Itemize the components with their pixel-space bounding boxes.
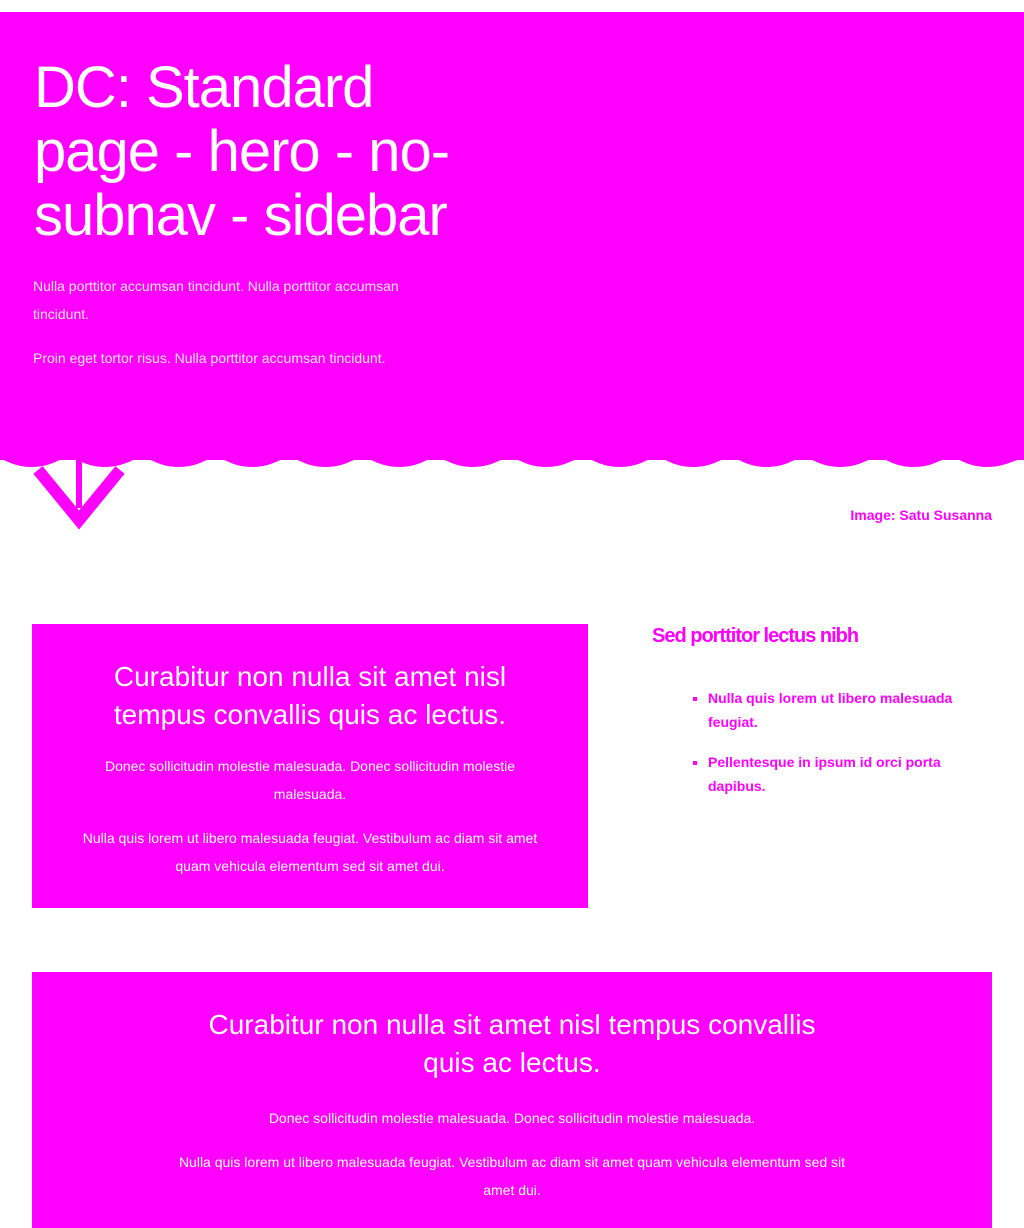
card-paragraph: Nulla quis lorem ut libero malesuada feu… bbox=[178, 1154, 846, 1198]
sidebar-list: Nulla quis lorem ut libero malesuada feu… bbox=[652, 686, 992, 798]
hero-paragraph: Proin eget tortor risus. Nulla porttitor… bbox=[33, 350, 386, 366]
card-paragraph: Nulla quis lorem ut libero malesuada feu… bbox=[82, 830, 538, 874]
hero-paragraph: Nulla porttitor accumsan tincidunt. Null… bbox=[33, 278, 399, 322]
card-heading: Curabitur non nulla sit amet nisl tempus… bbox=[208, 1009, 816, 1078]
image-credit: Image: Satu Susanna bbox=[850, 507, 992, 523]
list-item: Nulla quis lorem ut libero malesuada feu… bbox=[708, 686, 992, 734]
wave-divider bbox=[0, 455, 1024, 467]
content-card-wide: Curabitur non nulla sit amet nisl tempus… bbox=[32, 972, 992, 1228]
list-item: Pellentesque in ipsum id orci porta dapi… bbox=[708, 750, 992, 798]
sidebar-heading: Sed porttitor lectus nibh bbox=[652, 625, 859, 647]
card-paragraph: Donec sollicitudin molestie malesuada. D… bbox=[104, 758, 516, 802]
hero: DC: Standard page - hero - no-subnav - s… bbox=[0, 12, 1024, 460]
card-paragraph: Donec sollicitudin molestie malesuada. D… bbox=[268, 1110, 756, 1126]
arrow-down-icon[interactable] bbox=[32, 458, 126, 530]
sidebar: Sed porttitor lectus nibh Nulla quis lor… bbox=[652, 625, 992, 814]
card-heading: Curabitur non nulla sit amet nisl tempus… bbox=[113, 661, 507, 730]
page-title: DC: Standard page - hero - no-subnav - s… bbox=[34, 55, 450, 248]
content-card: Curabitur non nulla sit amet nisl tempus… bbox=[32, 624, 588, 908]
